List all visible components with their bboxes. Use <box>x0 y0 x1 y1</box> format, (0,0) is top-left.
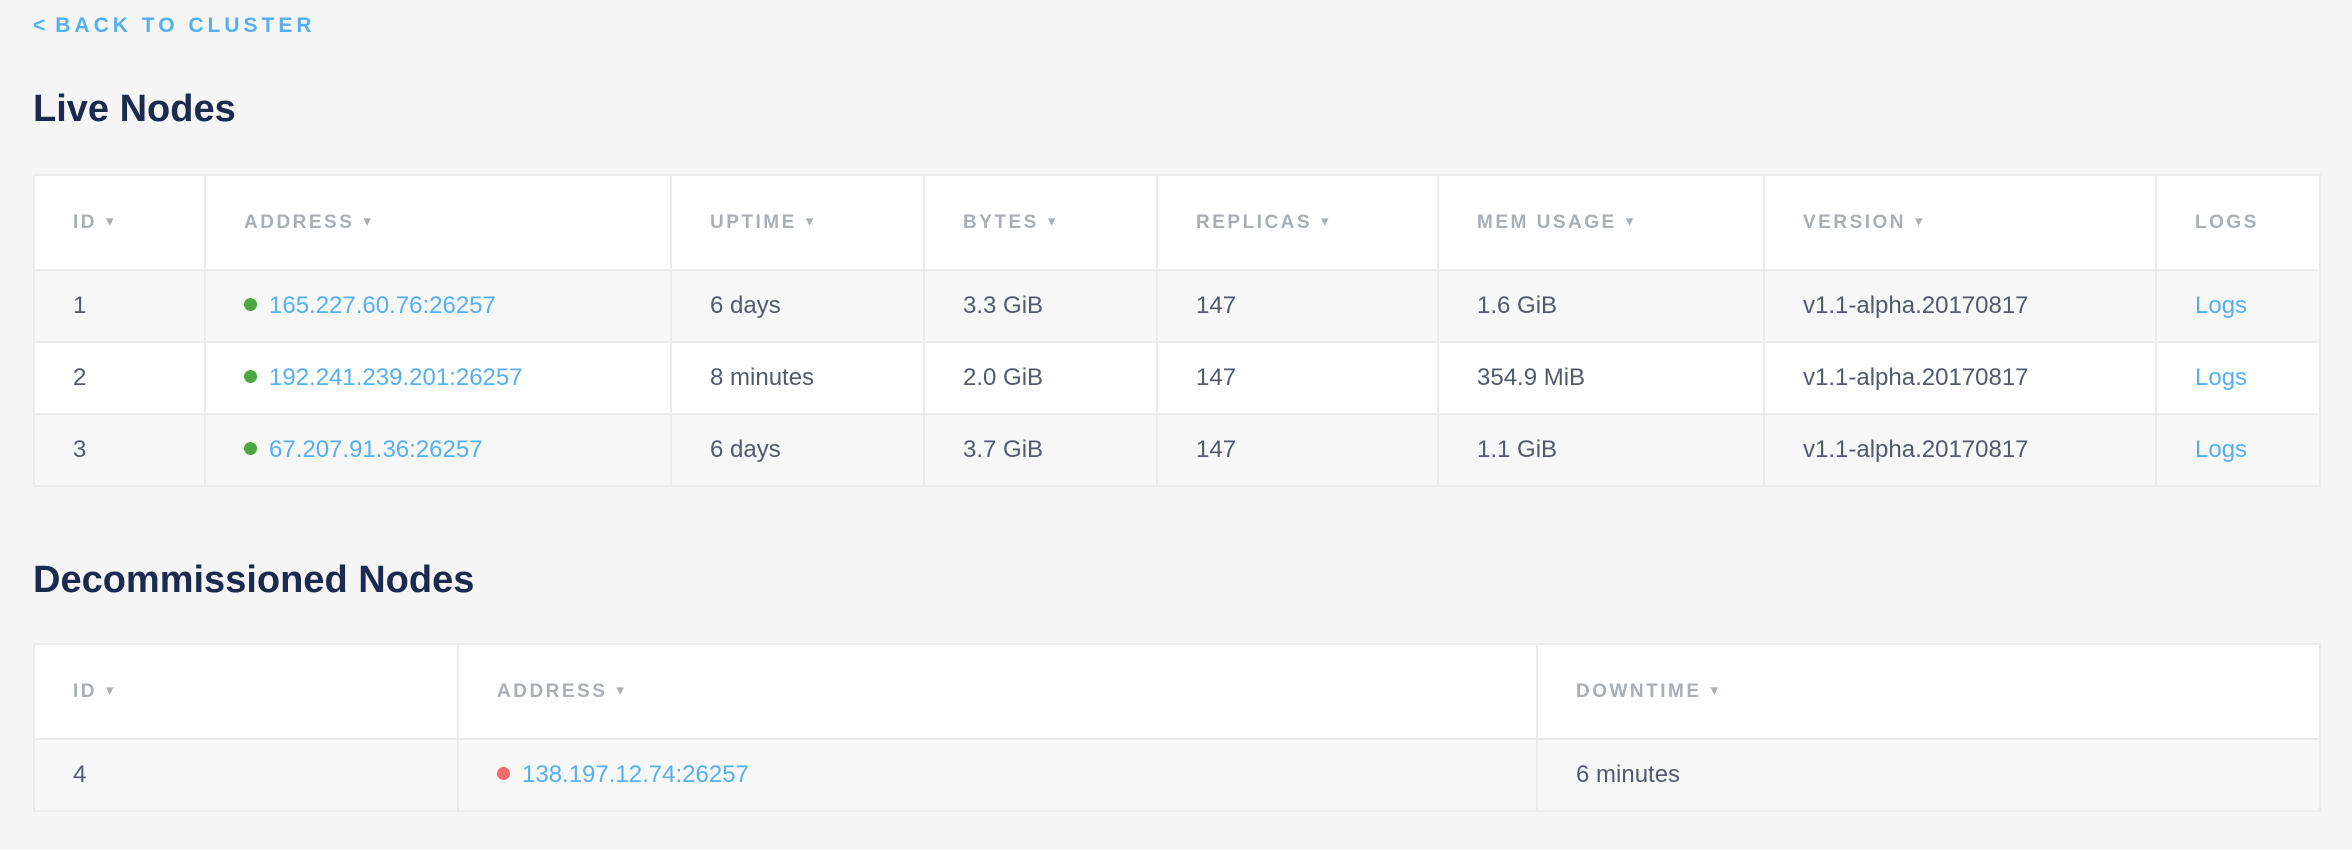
table-row: 4 138.197.12.74:26257 6 minutes <box>34 739 2320 811</box>
node-logs-cell: Logs <box>2156 342 2320 414</box>
decommissioned-header-row: ID ▾ ADDRESS ▾ DOWNTIME ▾ <box>34 644 2320 739</box>
node-logs-cell: Logs <box>2156 414 2320 486</box>
column-header-uptime[interactable]: UPTIME ▾ <box>671 175 924 270</box>
column-header-id[interactable]: ID ▾ <box>34 644 458 739</box>
column-header-label: ADDRESS <box>244 212 354 233</box>
sort-arrow-icon: ▾ <box>616 682 626 699</box>
column-header-bytes[interactable]: BYTES ▾ <box>924 175 1157 270</box>
sort-arrow-icon: ▾ <box>1321 213 1331 230</box>
node-replicas-cell: 147 <box>1157 270 1438 342</box>
live-nodes-table: ID ▾ ADDRESS ▾ UPTIME ▾ BYTES ▾ REPLICAS ▾ ME… <box>33 174 2321 487</box>
logs-link[interactable]: Logs <box>2195 364 2247 391</box>
node-downtime-cell: 6 minutes <box>1537 739 2320 811</box>
sort-arrow-icon: ▾ <box>1711 682 1721 699</box>
column-header-label: ADDRESS <box>497 681 607 702</box>
node-uptime-cell: 6 days <box>671 270 924 342</box>
column-header-label: DOWNTIME <box>1576 681 1702 702</box>
healthy-dot-icon <box>244 370 257 383</box>
column-header-logs: LOGS <box>2156 175 2320 270</box>
node-uptime-cell: 6 days <box>671 414 924 486</box>
column-header-address[interactable]: ADDRESS ▾ <box>458 644 1537 739</box>
back-chevron-icon: < <box>33 14 45 37</box>
decommissioned-nodes-table: ID ▾ ADDRESS ▾ DOWNTIME ▾ 4 138.197.12.74:2… <box>33 643 2321 812</box>
column-header-label: ID <box>73 681 97 702</box>
node-logs-cell: Logs <box>2156 270 2320 342</box>
column-header-label: UPTIME <box>710 212 797 233</box>
node-version-cell: v1.1-alpha.20170817 <box>1764 414 2156 486</box>
live-nodes-header-row: ID ▾ ADDRESS ▾ UPTIME ▾ BYTES ▾ REPLICAS ▾ ME… <box>34 175 2320 270</box>
sort-arrow-icon: ▾ <box>106 213 116 230</box>
node-bytes-cell: 3.3 GiB <box>924 270 1157 342</box>
node-address-link[interactable]: 165.227.60.76:26257 <box>269 292 496 319</box>
node-bytes-cell: 2.0 GiB <box>924 342 1157 414</box>
column-header-id[interactable]: ID ▾ <box>34 175 205 270</box>
node-address-cell: 67.207.91.36:26257 <box>205 414 671 486</box>
sort-arrow-icon: ▾ <box>806 213 816 230</box>
node-mem-usage-cell: 1.1 GiB <box>1438 414 1764 486</box>
table-row: 3 67.207.91.36:26257 6 days 3.7 GiB 147 … <box>34 414 2320 486</box>
node-id-cell: 3 <box>34 414 205 486</box>
node-address-cell: 192.241.239.201:26257 <box>205 342 671 414</box>
sort-arrow-icon: ▾ <box>1915 213 1925 230</box>
column-header-label: LOGS <box>2195 212 2259 233</box>
node-version-cell: v1.1-alpha.20170817 <box>1764 270 2156 342</box>
node-mem-usage-cell: 1.6 GiB <box>1438 270 1764 342</box>
logs-link[interactable]: Logs <box>2195 292 2247 319</box>
healthy-dot-icon <box>244 442 257 455</box>
column-header-label: MEM USAGE <box>1477 212 1617 233</box>
sort-arrow-icon: ▾ <box>363 213 373 230</box>
column-header-label: ID <box>73 212 97 233</box>
decommissioned-nodes-title: Decommissioned Nodes <box>33 557 2319 603</box>
column-header-replicas[interactable]: REPLICAS ▾ <box>1157 175 1438 270</box>
node-uptime-cell: 8 minutes <box>671 342 924 414</box>
node-replicas-cell: 147 <box>1157 414 1438 486</box>
sort-arrow-icon: ▾ <box>1626 213 1636 230</box>
node-mem-usage-cell: 354.9 MiB <box>1438 342 1764 414</box>
column-header-label: VERSION <box>1803 212 1906 233</box>
node-id-cell: 2 <box>34 342 205 414</box>
node-address-link[interactable]: 67.207.91.36:26257 <box>269 436 483 463</box>
node-address-link[interactable]: 192.241.239.201:26257 <box>269 364 523 391</box>
back-to-cluster-link[interactable]: < BACK TO CLUSTER <box>33 14 316 38</box>
back-link-label: BACK TO CLUSTER <box>55 14 315 37</box>
logs-link[interactable]: Logs <box>2195 436 2247 463</box>
node-version-cell: v1.1-alpha.20170817 <box>1764 342 2156 414</box>
live-nodes-title: Live Nodes <box>33 86 2319 132</box>
healthy-dot-icon <box>244 298 257 311</box>
decommissioned-dot-icon <box>497 767 510 780</box>
sort-arrow-icon: ▾ <box>106 682 116 699</box>
column-header-downtime[interactable]: DOWNTIME ▾ <box>1537 644 2320 739</box>
table-row: 1 165.227.60.76:26257 6 days 3.3 GiB 147… <box>34 270 2320 342</box>
node-address-cell: 165.227.60.76:26257 <box>205 270 671 342</box>
column-header-address[interactable]: ADDRESS ▾ <box>205 175 671 270</box>
nodes-page: < BACK TO CLUSTER Live Nodes ID ▾ ADDRESS ▾… <box>0 0 2352 812</box>
node-address-cell: 138.197.12.74:26257 <box>458 739 1537 811</box>
column-header-mem-usage[interactable]: MEM USAGE ▾ <box>1438 175 1764 270</box>
column-header-version[interactable]: VERSION ▾ <box>1764 175 2156 270</box>
node-id-cell: 1 <box>34 270 205 342</box>
node-address-link[interactable]: 138.197.12.74:26257 <box>522 761 749 788</box>
column-header-label: BYTES <box>963 212 1039 233</box>
sort-arrow-icon: ▾ <box>1048 213 1058 230</box>
column-header-label: REPLICAS <box>1196 212 1312 233</box>
node-id-cell: 4 <box>34 739 458 811</box>
table-row: 2 192.241.239.201:26257 8 minutes 2.0 Gi… <box>34 342 2320 414</box>
node-bytes-cell: 3.7 GiB <box>924 414 1157 486</box>
node-replicas-cell: 147 <box>1157 342 1438 414</box>
